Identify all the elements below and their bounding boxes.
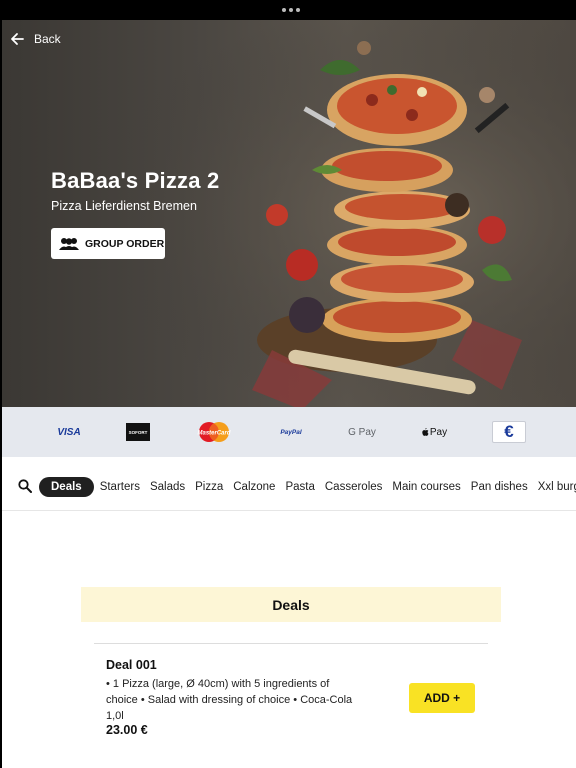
mastercard-text: MasterCard <box>197 431 230 437</box>
category-nav: Deals Starters Salads Pizza Calzone Past… <box>2 457 576 511</box>
arrow-left-icon <box>11 33 24 45</box>
more-options-icon[interactable] <box>282 8 300 12</box>
tab-starters[interactable]: Starters <box>96 477 144 497</box>
cash-euro-icon: € <box>492 421 526 443</box>
hero-banner: Back BaBaa's Pizza 2 Pizza Lieferdienst … <box>2 20 576 407</box>
tab-calzone[interactable]: Calzone <box>229 477 279 497</box>
sofort-logo: SOFORT <box>126 423 150 441</box>
tab-pizza[interactable]: Pizza <box>191 477 227 497</box>
tab-deals[interactable]: Deals <box>39 477 94 497</box>
group-icon <box>59 237 79 250</box>
back-label: Back <box>34 32 61 46</box>
google-pay-logo: G Pay <box>348 426 376 438</box>
store-subtitle: Pizza Lieferdienst Bremen <box>51 199 197 213</box>
deal-price: 23.00 € <box>106 723 148 737</box>
tab-main-courses[interactable]: Main courses <box>388 477 464 497</box>
visa-logo: VISA <box>57 426 81 438</box>
pizza-stack-image <box>2 20 576 407</box>
paypal-logo: PayPal <box>280 428 302 436</box>
search-icon[interactable] <box>18 479 32 493</box>
deal-name: Deal 001 <box>106 658 157 672</box>
tab-xxl-burgers[interactable]: Xxl burgers <box>534 477 576 497</box>
store-name: BaBaa's Pizza 2 <box>51 168 220 193</box>
apple-icon <box>422 428 429 436</box>
group-order-button[interactable]: GROUP ORDER <box>51 228 165 259</box>
section-title: Deals <box>81 587 501 622</box>
deal-description: • 1 Pizza (large, Ø 40cm) with 5 ingredi… <box>106 678 353 722</box>
mastercard-logo: MasterCard <box>196 421 232 443</box>
tab-casseroles[interactable]: Casseroles <box>321 477 387 497</box>
payment-methods-bar: VISA SOFORT MasterCard PayPal G Pay Pay … <box>2 407 576 457</box>
group-order-label: GROUP ORDER <box>85 237 165 250</box>
tab-pan-dishes[interactable]: Pan dishes <box>467 477 532 497</box>
back-button[interactable]: Back <box>10 32 61 46</box>
apple-pay-logo: Pay <box>419 419 449 445</box>
tab-salads[interactable]: Salads <box>146 477 189 497</box>
add-to-cart-button[interactable]: ADD + <box>409 683 475 713</box>
category-tabs: Deals Starters Salads Pizza Calzone Past… <box>39 477 576 497</box>
apple-pay-label: Pay <box>429 426 448 438</box>
store-page: Back BaBaa's Pizza 2 Pizza Lieferdienst … <box>2 20 576 768</box>
tab-pasta[interactable]: Pasta <box>281 477 318 497</box>
section-divider <box>94 643 488 644</box>
window-top-bar <box>0 0 576 20</box>
